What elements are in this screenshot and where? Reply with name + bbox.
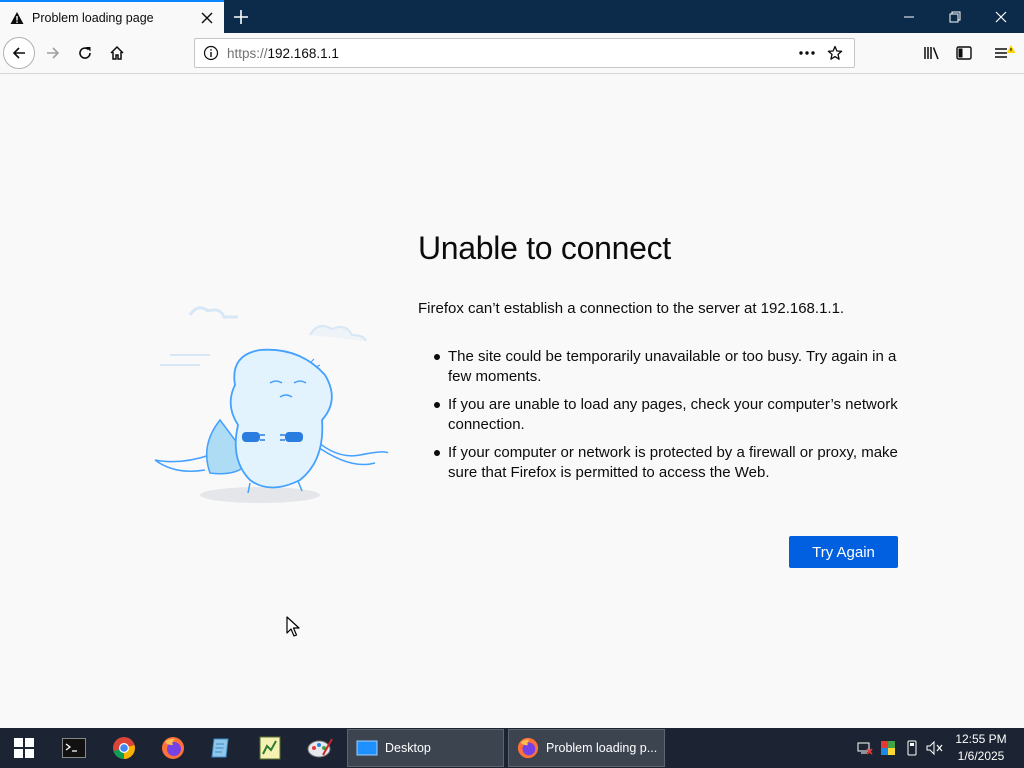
bookmark-star-icon[interactable]	[824, 45, 846, 61]
system-clock[interactable]: 12:55 PM 1/6/2025	[946, 731, 1016, 765]
close-window-icon[interactable]	[978, 0, 1024, 33]
try-again-button[interactable]: Try Again	[789, 536, 898, 568]
error-suggestion-item: If you are unable to load any pages, che…	[418, 395, 908, 435]
usb-tray-icon[interactable]	[900, 728, 924, 768]
taskbar-task-firefox[interactable]: Problem loading p...	[508, 729, 665, 767]
error-heading: Unable to connect	[418, 230, 671, 266]
desktop-icon	[356, 740, 378, 756]
network-tray-icon[interactable]	[853, 728, 877, 768]
error-suggestion-item: The site could be temporarily unavailabl…	[418, 347, 908, 387]
library-icon[interactable]	[916, 37, 948, 69]
mouse-cursor-icon	[286, 616, 300, 637]
menu-hamburger-icon[interactable]	[988, 37, 1020, 69]
site-info-icon[interactable]	[203, 45, 219, 61]
url-bar[interactable]: https://192.168.1.1	[194, 38, 855, 68]
tab-close-icon[interactable]	[198, 9, 216, 27]
taskbar-task-label: Problem loading p...	[546, 741, 658, 755]
chrome-icon[interactable]	[100, 728, 148, 768]
sidebar-toggle-icon[interactable]	[948, 37, 980, 69]
new-tab-plus-icon[interactable]	[228, 4, 254, 30]
taskbar-task-desktop[interactable]: Desktop	[347, 729, 504, 767]
reload-icon[interactable]	[69, 37, 101, 69]
firefox-icon	[517, 737, 539, 759]
error-message-container: Unable to connect Firefox can’t establis…	[418, 230, 908, 491]
forward-arrow-icon[interactable]	[37, 37, 69, 69]
color-tray-icon[interactable]	[876, 728, 900, 768]
restore-icon[interactable]	[932, 0, 978, 33]
taskbar: Desktop Problem loading p... 12:55 PM 1/…	[0, 728, 1024, 768]
firefox-icon[interactable]	[149, 728, 197, 768]
paint-icon[interactable]	[296, 728, 344, 768]
error-description: Firefox can’t establish a connection to …	[418, 300, 845, 317]
clock-time: 12:55 PM	[955, 732, 1007, 746]
terminal-icon[interactable]	[50, 728, 98, 768]
spreadsheet-icon[interactable]	[246, 728, 294, 768]
url-host: 192.168.1.1	[267, 45, 339, 61]
disconnected-plug-illustration	[154, 306, 389, 503]
warning-icon	[10, 11, 24, 24]
back-arrow-icon[interactable]	[3, 37, 35, 69]
windows-start-icon[interactable]	[0, 728, 48, 768]
url-text[interactable]: https://192.168.1.1	[227, 46, 796, 61]
volume-muted-icon[interactable]	[923, 728, 947, 768]
url-scheme: https://	[227, 45, 268, 61]
error-suggestion-item: If your computer or network is protected…	[418, 443, 908, 483]
tab-title: Problem loading page	[32, 10, 154, 25]
taskbar-task-label: Desktop	[385, 741, 431, 755]
home-icon[interactable]	[101, 37, 133, 69]
error-suggestion-list: The site could be temporarily unavailabl…	[418, 347, 908, 483]
page-actions-more-icon[interactable]	[796, 51, 818, 55]
tab-problem-loading[interactable]: Problem loading page	[0, 0, 224, 33]
minimize-icon[interactable]	[886, 0, 932, 33]
notepad-icon[interactable]	[197, 728, 245, 768]
navigation-toolbar: https://192.168.1.1	[0, 33, 1024, 74]
title-bar: Problem loading page	[0, 0, 1024, 33]
clock-date: 1/6/2025	[957, 749, 1005, 763]
